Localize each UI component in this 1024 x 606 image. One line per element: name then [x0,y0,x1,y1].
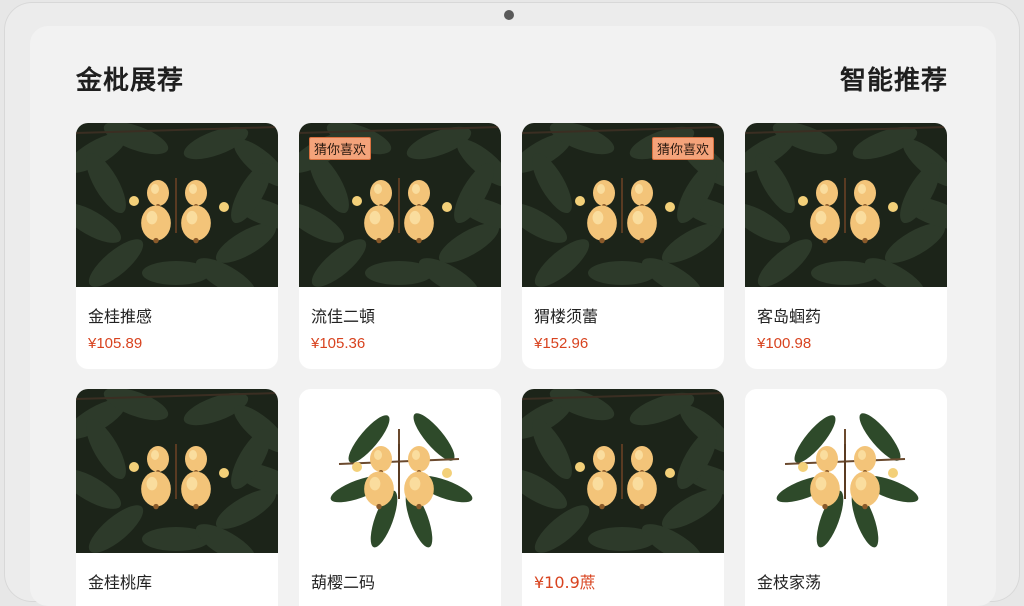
product-price: ¥100.98 [757,335,812,352]
product-card-2[interactable]: 猜你喜欢 流佳二頓 ¥105.36 [299,123,501,369]
loquat-photo-icon [299,389,501,553]
product-name: 葫樱二码 [311,573,376,592]
product-name: 金枝家荡 [757,573,822,592]
loquat-photo-icon [76,123,278,287]
product-card-1[interactable]: 金桂推感 ¥105.89 [76,123,278,369]
recommend-badge: 猜你喜欢 [651,137,714,160]
app-screen: 金枇展荐 智能推荐 金桂推感 ¥105.89 猜你喜欢 流佳二頓 ¥105.36… [30,26,996,606]
section-title-right[interactable]: 智能推荐 [840,60,948,97]
product-name: ¥10.9蔗 [534,573,596,592]
loquat-photo-icon [76,389,278,553]
product-card-5[interactable]: 金桂桃库 [76,389,278,606]
product-price: ¥105.89 [88,335,143,352]
product-card-7[interactable]: ¥10.9蔗 [522,389,724,606]
section-title-left: 金枇展荐 [76,66,185,96]
loquat-photo-icon [745,389,947,553]
loquat-photo-icon [522,389,724,553]
product-card-4[interactable]: 客岛蝈药 ¥100.98 [745,123,947,369]
product-name: 流佳二頓 [311,307,376,326]
product-name: 猬楼须蕾 [534,307,599,326]
recommend-badge: 猜你喜欢 [309,137,372,160]
loquat-photo-icon [745,123,947,287]
product-card-8[interactable]: 金枝家荡 [745,389,947,606]
product-card-6[interactable]: 葫樱二码 [299,389,501,606]
product-name: 金桂推感 [88,307,153,326]
product-card-3[interactable]: 猜你喜欢 猬楼须蕾 ¥152.96 [522,123,724,369]
camera-dot-icon [504,10,514,20]
product-name: 金桂桃库 [88,573,153,592]
product-price: ¥152.96 [534,335,589,352]
product-price: ¥105.36 [311,335,366,352]
product-name: 客岛蝈药 [757,307,822,326]
